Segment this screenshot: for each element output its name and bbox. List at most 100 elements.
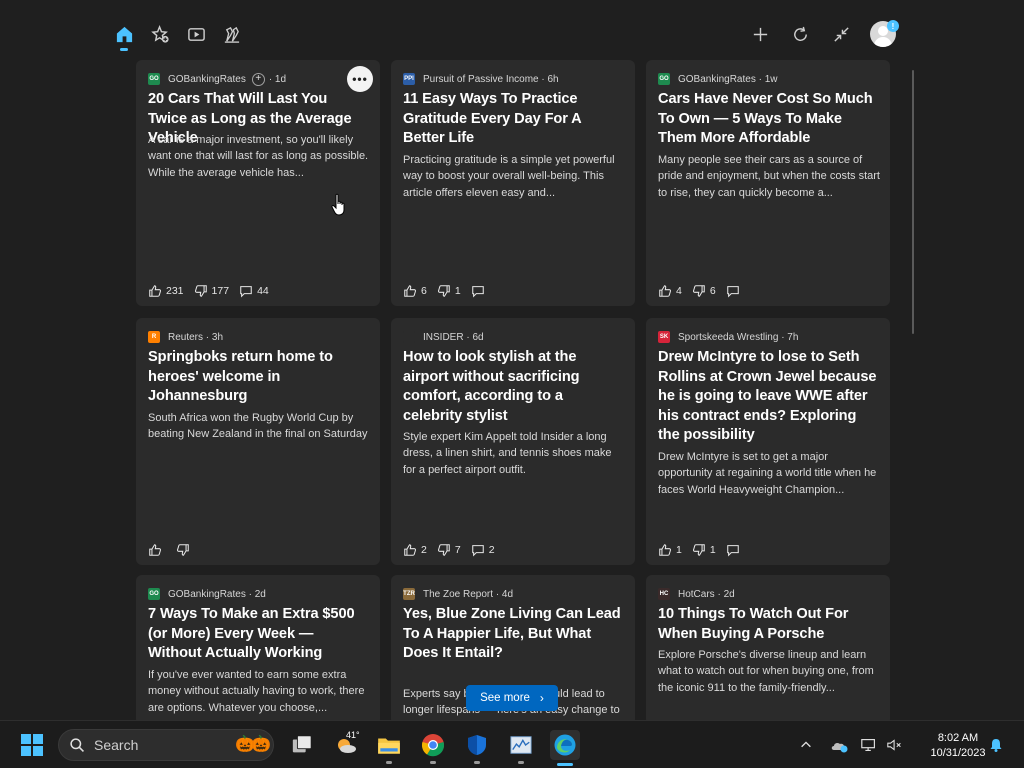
chrome-icon[interactable] (419, 731, 447, 759)
notification-badge: ! (887, 20, 899, 32)
card-title[interactable]: 11 Easy Ways To Practice Gratitude Every… (403, 90, 625, 149)
defender-shield-icon[interactable] (463, 731, 491, 759)
like-icon (404, 285, 417, 297)
dislike-button[interactable]: 7 (437, 543, 461, 557)
source-name[interactable]: GOBankingRates (168, 74, 246, 85)
card-snippet: Many people see their cars as a source o… (658, 154, 880, 199)
card-title[interactable]: Cars Have Never Cost So Much To Own — 5 … (658, 90, 880, 149)
card-meta: INSIDER · 6d (403, 330, 623, 344)
home-icon[interactable] (112, 22, 136, 46)
refresh-icon[interactable] (788, 22, 812, 46)
card-title[interactable]: Yes, Blue Zone Living Can Lead To A Happ… (403, 605, 625, 664)
like-icon (659, 544, 672, 556)
publish-time: · 7h (778, 331, 799, 343)
like-button[interactable]: 1 (658, 543, 682, 557)
task-view-icon[interactable] (288, 731, 316, 759)
source-logo: R (148, 331, 160, 343)
dislike-button[interactable]: 177 (194, 284, 229, 298)
comment-button[interactable] (726, 543, 744, 557)
card-title[interactable]: Drew McIntyre to lose to Seth Rollins at… (658, 348, 880, 446)
card-title[interactable]: How to look stylish at the airport witho… (403, 348, 625, 426)
card-meta: R Reuters · 3h (148, 330, 368, 344)
plus-icon[interactable] (748, 22, 772, 46)
dislike-icon (437, 285, 450, 297)
dislike-button[interactable]: 1 (692, 543, 716, 557)
collapse-icon[interactable] (829, 22, 853, 46)
taskbar-search[interactable]: Search 🎃🎃 (58, 729, 274, 761)
comment-button[interactable]: 2 (471, 543, 495, 557)
comment-button[interactable]: 44 (239, 284, 269, 298)
card-actions: 11 (658, 543, 754, 557)
comment-icon (471, 545, 484, 557)
source-name[interactable]: HotCars (678, 589, 715, 600)
source-name[interactable]: GOBankingRates (678, 74, 756, 85)
source-logo: SK (658, 331, 670, 343)
source-name[interactable]: GOBankingRates (168, 589, 246, 600)
card-snippet: South Africa won the Rugby World Cup by … (148, 412, 368, 441)
card-snippet: Explore Porsche's diverse lineup and lea… (658, 649, 874, 694)
dislike-button[interactable]: 1 (437, 284, 461, 298)
dislike-button[interactable] (176, 543, 194, 557)
news-card[interactable]: INSIDER · 6d How to look stylish at the a… (391, 318, 635, 565)
card-actions: 2 7 2 (403, 543, 505, 557)
volume-muted-icon[interactable] (885, 735, 905, 755)
comment-button[interactable] (471, 284, 489, 298)
source-name[interactable]: Sportskeeda Wrestling (678, 332, 778, 343)
news-card[interactable]: PPI Pursuit of Passive Income · 6h 11 Easy… (391, 60, 635, 306)
dislike-count: 1 (454, 285, 461, 297)
source-name[interactable]: The Zoe Report (423, 589, 493, 600)
source-logo (403, 331, 415, 343)
dislike-button[interactable]: 6 (692, 284, 716, 298)
publish-time: · 2d (714, 588, 735, 600)
source-logo: GO (148, 588, 160, 600)
stock-chart-app-icon[interactable] (507, 731, 535, 759)
like-button[interactable]: 231 (148, 284, 184, 298)
card-snippet: Style expert Kim Appelt told Insider a l… (403, 431, 612, 476)
source-name[interactable]: INSIDER (423, 332, 464, 343)
card-snippet: Practicing gratitude is a simple yet pow… (403, 154, 615, 199)
windows-start-icon[interactable] (18, 731, 46, 759)
follow-button[interactable]: + (251, 72, 265, 86)
games-icon[interactable] (219, 22, 243, 46)
comment-button[interactable] (726, 284, 744, 298)
card-title[interactable]: 10 Things To Watch Out For When Buying A… (658, 605, 880, 644)
news-card[interactable]: HC HotCars · 2d 10 Things To Watch Out For… (646, 575, 890, 725)
source-name[interactable]: Reuters (168, 332, 203, 343)
card-snippet: If you've ever wanted to earn some extra… (148, 669, 365, 714)
dislike-count: 7 (454, 544, 461, 556)
news-card[interactable]: SK Sportskeeda Wrestling · 7h Drew McIntyr… (646, 318, 890, 565)
news-card[interactable]: GO GOBankingRates · 1w Cars Have Never Cos… (646, 60, 890, 306)
onedrive-cloud-icon[interactable] (829, 735, 849, 755)
notification-bell-icon[interactable] (986, 735, 1006, 755)
home-tab-indicator (120, 48, 128, 51)
card-title[interactable]: Springboks return home to heroes' welcom… (148, 348, 370, 407)
like-button[interactable]: 6 (403, 284, 427, 298)
card-title[interactable]: 7 Ways To Make an Extra $500 (or More) E… (148, 605, 370, 664)
network-icon[interactable] (859, 735, 879, 755)
halloween-pumpkin-icon: 🎃🎃 (235, 736, 271, 753)
taskbar: Search 🎃🎃 41° 8:02 AM 10/31/2023 (0, 720, 1024, 768)
scrollbar[interactable] (912, 70, 914, 334)
card-meta: GO GOBankingRates · 2d (148, 587, 368, 601)
see-more-button[interactable]: See more › (466, 685, 558, 711)
news-card[interactable]: GO GOBankingRates · 2d 7 Ways To Make an E… (136, 575, 380, 725)
source-logo: HC (658, 588, 670, 600)
dislike-count: 1 (709, 544, 716, 556)
edge-active-indicator (557, 763, 573, 766)
edge-icon[interactable] (550, 730, 580, 760)
source-name[interactable]: Pursuit of Passive Income (423, 74, 539, 85)
dislike-icon (176, 544, 189, 556)
star-add-icon[interactable] (148, 22, 172, 46)
more-options-button[interactable]: ••• (347, 66, 373, 92)
video-icon[interactable] (184, 22, 208, 46)
like-button[interactable] (148, 543, 166, 557)
like-button[interactable]: 2 (403, 543, 427, 557)
news-card[interactable]: GO GOBankingRates + · 1d ••• 20 Cars That Wil… (136, 60, 380, 306)
comment-count: 44 (257, 285, 269, 297)
card-meta: GO GOBankingRates + · 1d (148, 72, 368, 86)
like-button[interactable]: 4 (658, 284, 682, 298)
chevron-up-icon[interactable] (796, 735, 816, 755)
news-card[interactable]: R Reuters · 3h Springboks return home to h… (136, 318, 380, 565)
source-logo: TZR (403, 588, 415, 600)
file-explorer-icon[interactable] (375, 731, 403, 759)
